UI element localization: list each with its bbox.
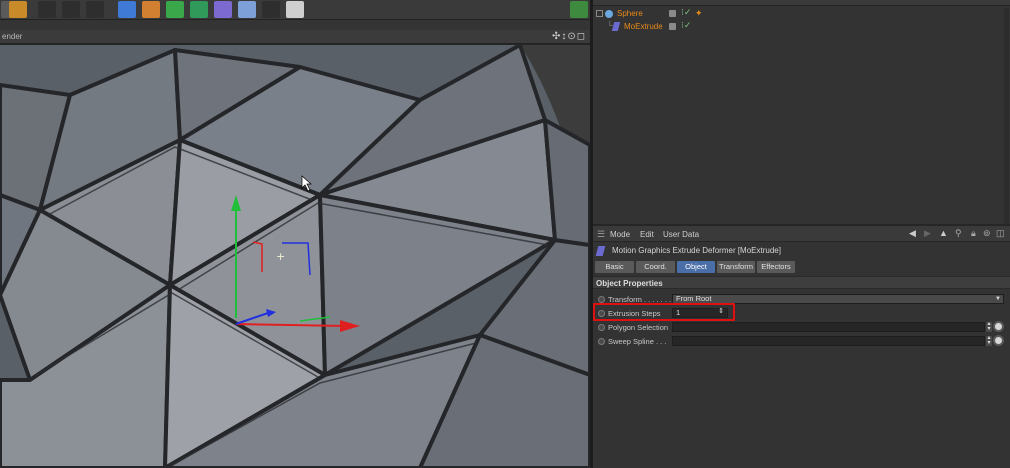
scrollbar[interactable] xyxy=(1004,8,1009,224)
camera-icon[interactable] xyxy=(262,1,280,18)
section-title: Object Properties xyxy=(596,279,663,288)
viewport-label: ender xyxy=(2,32,23,41)
forward-arrow-icon[interactable]: ▶ xyxy=(924,228,931,239)
expand-icon[interactable] xyxy=(596,10,603,17)
menu-user-data[interactable]: User Data xyxy=(663,230,699,239)
tab-object[interactable]: Object xyxy=(677,261,715,273)
highlight-box xyxy=(593,303,735,321)
visibility-toggle[interactable] xyxy=(669,10,676,17)
pen-icon[interactable] xyxy=(142,1,160,18)
back-arrow-icon[interactable]: ◀ xyxy=(909,228,916,239)
lock-icon[interactable]: 🔒︎ xyxy=(971,228,976,239)
object-manager-menubar xyxy=(593,0,1010,6)
cube-icon[interactable] xyxy=(118,1,136,18)
enabled-check-icon[interactable]: ⁝✓ xyxy=(681,20,691,31)
deformer-icon[interactable] xyxy=(214,1,232,18)
param-sweep-spline: Sweep Spline . . . ▴ ▾ xyxy=(593,335,1010,348)
menu-mode[interactable]: Mode xyxy=(610,230,630,239)
toolbar-spacer xyxy=(0,20,590,30)
menu-grip-icon[interactable]: ☰ xyxy=(597,229,605,240)
menu-edit[interactable]: Edit xyxy=(640,230,654,239)
light-icon[interactable] xyxy=(286,1,304,18)
render-picture-viewer-icon[interactable] xyxy=(62,1,80,18)
up-arrow-icon[interactable]: ▲ xyxy=(939,228,948,238)
attribute-title-row: Motion Graphics Extrude Deformer [MoExtr… xyxy=(593,244,1010,258)
polygon-selection-field[interactable] xyxy=(672,322,985,332)
object-row-sphere[interactable]: Sphere ⁝✓ ✦ xyxy=(593,7,1010,20)
attribute-manager-menubar: ☰ Mode Edit User Data ◀ ▶ ▲ ⚲ 🔒︎ ⊚ ◫ xyxy=(593,226,1010,242)
param-label: Polygon Selection xyxy=(608,323,669,332)
new-manager-icon[interactable]: ⊚ xyxy=(983,228,991,239)
layout-icon[interactable] xyxy=(570,1,588,18)
tab-basic[interactable]: Basic xyxy=(595,261,634,273)
subdivision-icon[interactable] xyxy=(166,1,184,18)
sphere-facets xyxy=(0,45,590,468)
attribute-title: Motion Graphics Extrude Deformer [MoExtr… xyxy=(612,246,781,255)
main-toolbar xyxy=(0,0,590,20)
animate-radio[interactable] xyxy=(598,324,605,331)
animate-radio[interactable] xyxy=(598,296,605,303)
tab-transform[interactable]: Transform xyxy=(717,261,755,273)
viewport-nav-icons[interactable]: ✣↕⊙◻ xyxy=(552,31,586,42)
viewport-scene: + xyxy=(0,45,590,468)
expand-manager-icon[interactable]: ◫ xyxy=(996,228,1005,239)
render-icon[interactable] xyxy=(9,1,27,18)
param-label: Sweep Spline . . . xyxy=(608,337,667,346)
tab-coord[interactable]: Coord. xyxy=(636,261,675,273)
enabled-check-icon[interactable]: ⁝✓ xyxy=(681,7,691,18)
cloner-icon[interactable] xyxy=(190,1,208,18)
moextrude-icon xyxy=(611,22,621,31)
link-pick-icon[interactable] xyxy=(993,321,1004,332)
visibility-toggle[interactable] xyxy=(669,23,676,30)
attribute-manager: ☰ Mode Edit User Data ◀ ▶ ▲ ⚲ 🔒︎ ⊚ ◫ Mot… xyxy=(593,226,1010,468)
object-manager: Sphere ⁝✓ ✦ └ MoExtrude ⁝✓ xyxy=(593,0,1010,224)
tab-effectors[interactable]: Effectors xyxy=(757,261,795,273)
tag-icon[interactable]: ✦ xyxy=(695,8,703,19)
render-view-icon[interactable] xyxy=(38,1,56,18)
section-header[interactable]: Object Properties xyxy=(593,276,1010,289)
scene-icon[interactable] xyxy=(238,1,256,18)
svg-text:+: + xyxy=(276,250,285,263)
sphere-icon xyxy=(605,10,613,18)
render-settings-icon[interactable] xyxy=(86,1,104,18)
object-row-moextrude[interactable]: └ MoExtrude ⁝✓ xyxy=(593,20,1010,33)
viewport-header: ender ✣↕⊙◻ xyxy=(0,30,590,44)
link-arrows-icon[interactable]: ▴ ▾ xyxy=(986,321,992,332)
object-name[interactable]: Sphere xyxy=(617,9,643,18)
link-pick-icon[interactable] xyxy=(993,335,1004,346)
animate-radio[interactable] xyxy=(598,338,605,345)
object-name[interactable]: MoExtrude xyxy=(624,22,663,31)
search-icon[interactable]: ⚲ xyxy=(955,228,962,239)
param-polygon-selection: Polygon Selection ▴ ▾ xyxy=(593,321,1010,334)
3d-viewport[interactable]: + xyxy=(0,45,590,468)
dropdown-value: From Root xyxy=(676,294,712,303)
moextrude-icon xyxy=(595,246,606,256)
sweep-spline-field[interactable] xyxy=(672,336,985,346)
link-arrows-icon[interactable]: ▴ ▾ xyxy=(986,335,992,346)
attribute-tabs: Basic Coord. Object Transform Effectors xyxy=(593,261,1010,273)
chevron-down-icon: ▼ xyxy=(995,296,1001,302)
